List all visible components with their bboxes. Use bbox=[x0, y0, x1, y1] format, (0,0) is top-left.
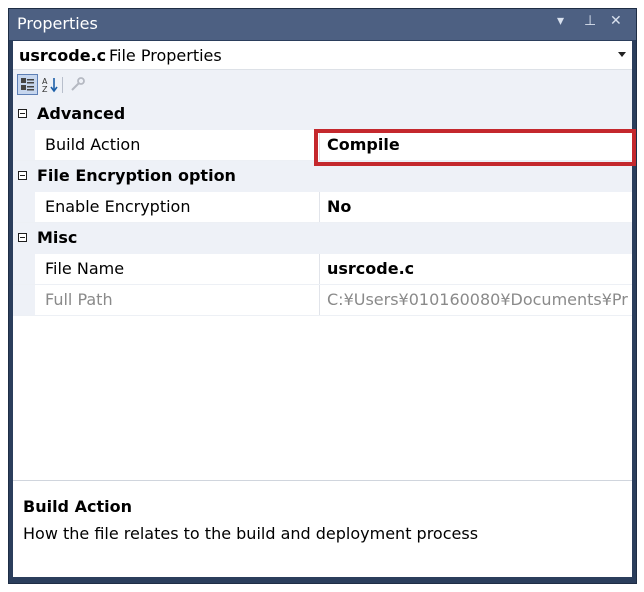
category-label: File Encryption option bbox=[37, 166, 236, 185]
row-gutter bbox=[13, 130, 35, 160]
column-divider bbox=[319, 254, 320, 284]
svg-text:Z: Z bbox=[42, 85, 48, 94]
description-pane: Build Action How the file relates to the… bbox=[13, 480, 632, 577]
description-title: Build Action bbox=[23, 497, 132, 516]
category-misc[interactable]: Misc bbox=[13, 223, 632, 254]
collapse-icon[interactable] bbox=[18, 109, 27, 118]
object-name: usrcode.c bbox=[19, 46, 107, 65]
row-gutter bbox=[13, 254, 35, 284]
category-advanced[interactable]: Advanced bbox=[13, 99, 632, 130]
chevron-down-icon[interactable] bbox=[618, 52, 626, 57]
categorized-icon[interactable] bbox=[17, 74, 38, 95]
row-gutter bbox=[13, 192, 35, 222]
alphabetical-sort-icon[interactable]: A Z bbox=[40, 74, 61, 95]
collapse-icon[interactable] bbox=[18, 233, 27, 242]
property-name: File Name bbox=[45, 259, 125, 278]
title-bar[interactable]: Properties ▾ ⊥ ✕ bbox=[9, 9, 636, 40]
toolbar-separator bbox=[62, 77, 63, 93]
property-name: Full Path bbox=[45, 290, 113, 309]
column-divider bbox=[319, 192, 320, 222]
property-grid: Advanced Build Action Compile File Encry… bbox=[13, 99, 636, 521]
row-gutter bbox=[13, 285, 35, 315]
column-divider bbox=[319, 285, 320, 315]
property-value[interactable]: C:¥Users¥010160080¥Documents¥Pr bbox=[327, 290, 628, 309]
property-row-full-path[interactable]: Full Path C:¥Users¥010160080¥Documents¥P… bbox=[13, 285, 632, 316]
property-row-file-name[interactable]: File Name usrcode.c bbox=[13, 254, 632, 285]
description-text: How the file relates to the build and de… bbox=[23, 524, 479, 543]
pin-icon[interactable]: ⊥ bbox=[584, 13, 596, 29]
collapse-icon[interactable] bbox=[18, 171, 27, 180]
property-name: Enable Encryption bbox=[45, 197, 191, 216]
window-menu-dropdown-icon[interactable]: ▾ bbox=[557, 13, 564, 29]
property-pages-wrench-icon[interactable] bbox=[67, 74, 88, 95]
close-icon[interactable]: ✕ bbox=[610, 13, 622, 29]
properties-panel: usrcode.c File Properties A Z Advanced B… bbox=[13, 41, 636, 577]
properties-window: Properties ▾ ⊥ ✕ usrcode.c File Properti… bbox=[8, 8, 637, 584]
category-label: Advanced bbox=[37, 104, 126, 123]
property-value[interactable]: usrcode.c bbox=[327, 259, 414, 278]
properties-toolbar: A Z bbox=[13, 70, 632, 99]
object-type: File Properties bbox=[109, 46, 222, 65]
highlight-box bbox=[314, 129, 636, 166]
category-label: Misc bbox=[37, 228, 78, 247]
property-name: Build Action bbox=[45, 135, 141, 154]
window-title: Properties bbox=[17, 14, 98, 33]
property-row-enable-encryption[interactable]: Enable Encryption No bbox=[13, 192, 632, 223]
property-value[interactable]: No bbox=[327, 197, 351, 216]
object-selector[interactable]: usrcode.c File Properties bbox=[13, 41, 632, 70]
